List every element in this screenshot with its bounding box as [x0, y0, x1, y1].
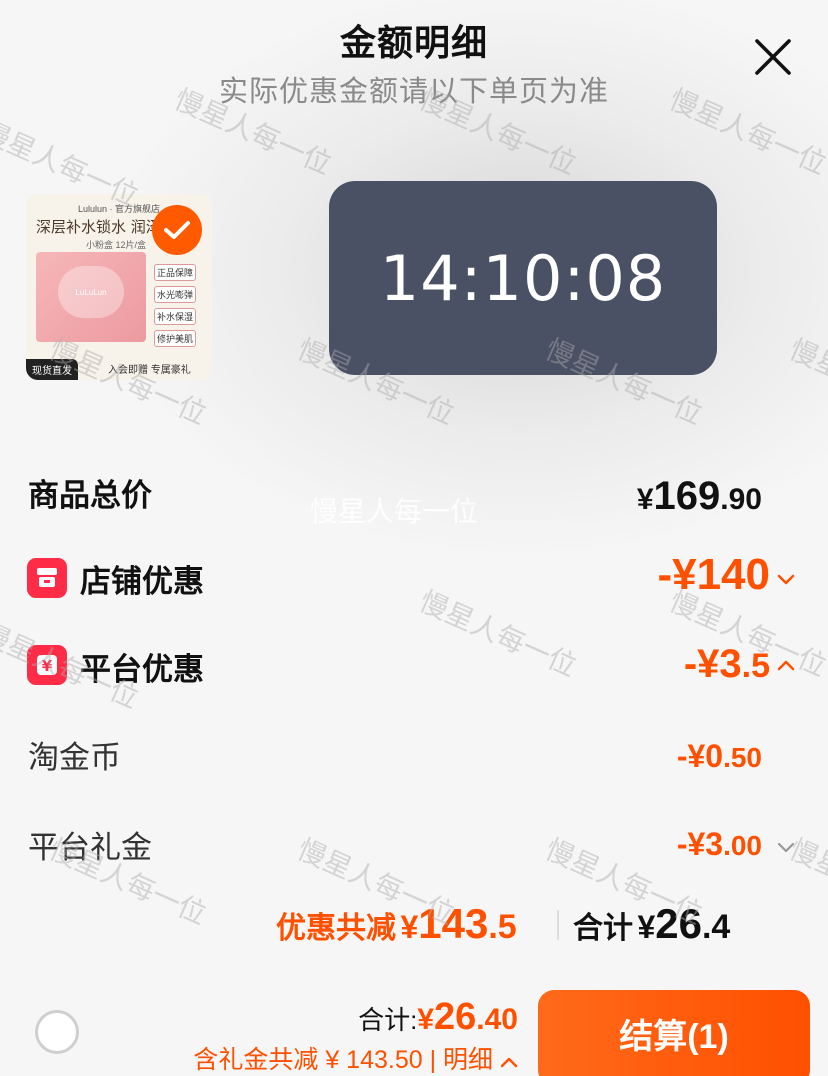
chevron-up-icon[interactable] — [500, 1056, 518, 1068]
product-slogan: 深层补水锁水 润泽 — [36, 218, 161, 236]
chevron-down-icon[interactable] — [776, 840, 796, 854]
taojinbi-label: 淘金币 — [28, 740, 121, 775]
footer-total: 合计:¥26.40 — [358, 996, 518, 1038]
product-box-brand: LuLuLun — [75, 288, 107, 297]
platform-gift-value[interactable]: -¥3.00 — [677, 826, 762, 863]
svg-text:¥: ¥ — [42, 657, 53, 675]
watermark: 慢星人每一位 — [310, 495, 479, 528]
product-feature: 补水保湿 — [154, 308, 197, 325]
check-icon[interactable] — [152, 205, 202, 255]
chevron-down-icon[interactable] — [776, 572, 796, 586]
total-discount: 优惠共减 ¥143.5 — [276, 900, 517, 947]
countdown-timer: 14:10:08 — [329, 181, 717, 375]
yuan-coupon-icon: ¥ — [27, 645, 67, 685]
close-icon[interactable] — [754, 38, 792, 76]
store-icon — [27, 558, 67, 598]
discount-summary: 优惠共减 ¥143.5 合计 ¥26.4 — [0, 898, 828, 954]
platform-gift-label: 平台礼金 — [28, 830, 152, 865]
product-feature: 修护美肌 — [154, 330, 197, 347]
product-box-image: LuLuLun — [36, 252, 146, 342]
product-feature-list: 正品保障 水光嘭弹 补水保湿 修护美肌 — [154, 264, 197, 352]
amount-detail-sheet: 金额明细 实际优惠金额请以下单页为准 Lululun · 官方旗舰店 深层补水锁… — [0, 0, 828, 1076]
member-gift-text: 入会即赠 专属豪礼 — [108, 365, 191, 376]
product-spec: 小粉盒 12片/盒 — [86, 240, 147, 250]
divider — [557, 910, 559, 940]
taojinbi-value: -¥0.50 — [676, 738, 762, 774]
total-price-label: 商品总价 — [28, 478, 152, 513]
store-discount-value[interactable]: -¥140 — [657, 550, 770, 600]
summary-total: 合计 ¥26.4 — [573, 900, 731, 947]
chevron-up-icon[interactable] — [776, 658, 796, 672]
page-subtitle: 实际优惠金额请以下单页为准 — [218, 76, 609, 108]
total-price-value: ¥169.90 — [636, 474, 762, 518]
product-feature: 正品保障 — [154, 264, 197, 281]
watermark: 慢星人每一位 — [784, 332, 828, 432]
page-title: 金额明细 — [339, 22, 488, 63]
watermark: 慢星人每一位 — [414, 584, 582, 684]
checkout-button[interactable]: 结算(1) — [538, 990, 810, 1076]
stock-badge: 现货直发 — [26, 359, 78, 380]
select-all-radio[interactable] — [35, 1010, 79, 1054]
product-feature: 水光嘭弹 — [154, 286, 197, 303]
store-discount-label: 店铺优惠 — [80, 564, 204, 599]
platform-discount-value[interactable]: -¥3.5 — [684, 642, 770, 687]
footer-discount-note[interactable]: 含礼金共减 ¥ 143.50 | 明细 — [193, 1040, 518, 1076]
platform-discount-label: 平台优惠 — [80, 652, 204, 687]
